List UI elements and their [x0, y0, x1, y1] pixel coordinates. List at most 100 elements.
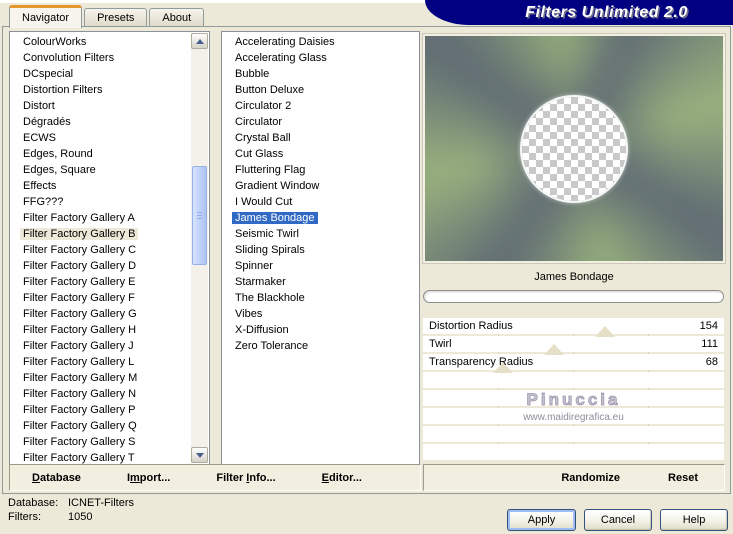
- slider-value: 111: [701, 338, 718, 350]
- category-list-item[interactable]: Filter Factory Gallery C: [10, 242, 209, 258]
- category-list-item[interactable]: Filter Factory Gallery J: [10, 338, 209, 354]
- filter-list-item[interactable]: Spinner: [222, 258, 419, 274]
- category-list-item[interactable]: ECWS: [10, 130, 209, 146]
- filter-list-item[interactable]: Cut Glass: [222, 146, 419, 162]
- category-scrollbar[interactable]: [191, 33, 208, 463]
- filter-list: Accelerating Daisies Accelerating Glass Bu…: [222, 34, 419, 354]
- filters-status-row: Filters: 1050: [8, 510, 134, 524]
- filter-list-item[interactable]: Zero Tolerance: [222, 338, 419, 354]
- category-list-item[interactable]: Filter Factory Gallery N: [10, 386, 209, 402]
- filter-list-item[interactable]: Fluttering Flag: [222, 162, 419, 178]
- filters-status-label: Filters:: [8, 511, 41, 523]
- cancel-button[interactable]: Cancel: [584, 509, 652, 531]
- category-list-item[interactable]: Filter Factory Gallery T: [10, 450, 209, 464]
- tab[interactable]: Presets: [84, 8, 148, 28]
- category-list-item[interactable]: Filter Factory Gallery L: [10, 354, 209, 370]
- selected-filter-name: James Bondage: [534, 271, 614, 283]
- category-list-item[interactable]: Distortion Filters: [10, 82, 209, 98]
- category-list-item[interactable]: Filter Factory Gallery E: [10, 274, 209, 290]
- category-list-item[interactable]: Filter Factory Gallery Q: [10, 418, 209, 434]
- database-button[interactable]: Database: [32, 472, 81, 484]
- filter-list-item[interactable]: Accelerating Glass: [222, 50, 419, 66]
- empty-slider-row: [423, 372, 724, 388]
- progress-bar: [423, 290, 724, 303]
- slider-value: 68: [705, 356, 718, 368]
- category-list-item[interactable]: Edges, Round: [10, 146, 209, 162]
- reset-button[interactable]: Reset: [668, 472, 698, 484]
- filter-list-item[interactable]: Bubble: [222, 66, 419, 82]
- tab[interactable]: About: [149, 8, 205, 28]
- category-list-item[interactable]: Filter Factory Gallery A: [10, 210, 209, 226]
- filter-list-item[interactable]: Circulator: [222, 114, 419, 130]
- slider-label: Transparency Radius: [429, 356, 534, 368]
- chevron-up-icon: [195, 38, 204, 44]
- category-list-item[interactable]: Dégradés: [10, 114, 209, 130]
- filter-list-item[interactable]: James Bondage: [222, 210, 419, 226]
- category-list-item[interactable]: Effects: [10, 178, 209, 194]
- filter-list-item[interactable]: I Would Cut: [222, 194, 419, 210]
- randomize-button[interactable]: Randomize: [561, 472, 620, 484]
- filter-list-item[interactable]: Accelerating Daisies: [222, 34, 419, 50]
- slider-row[interactable]: Transparency Radius 68: [423, 354, 724, 373]
- category-list-item[interactable]: Convolution Filters: [10, 50, 209, 66]
- category-list-item[interactable]: FFG???: [10, 194, 209, 210]
- window-title-band: Filters Unlimited 2.0: [425, 0, 733, 25]
- empty-slider-row: [423, 390, 724, 406]
- slider-thumb[interactable]: [544, 344, 565, 355]
- transparency-checker-circle: [522, 96, 626, 201]
- filter-list-item[interactable]: Starmaker: [222, 274, 419, 290]
- status-area: Database: ICNET-Filters Filters: 1050: [8, 496, 134, 524]
- slider-thumb[interactable]: [594, 326, 615, 337]
- category-list-item[interactable]: Filter Factory Gallery G: [10, 306, 209, 322]
- scrollbar-thumb[interactable]: [192, 166, 207, 265]
- filter-list-item[interactable]: X-Diffusion: [222, 322, 419, 338]
- category-list-item[interactable]: Filter Factory Gallery H: [10, 322, 209, 338]
- category-list-item[interactable]: Filter Factory Gallery M: [10, 370, 209, 386]
- filter-list-item[interactable]: The Blackhole: [222, 290, 419, 306]
- empty-slider-row: [423, 408, 724, 424]
- slider-rows: Distortion Radius 154 Twirl 111 Transpar…: [423, 318, 724, 373]
- filter-list-item[interactable]: Gradient Window: [222, 178, 419, 194]
- parameter-panel: Distortion Radius 154 Twirl 111 Transpar…: [423, 318, 724, 460]
- category-list-item[interactable]: Filter Factory Gallery S: [10, 434, 209, 450]
- filter-list-item[interactable]: Vibes: [222, 306, 419, 322]
- filter-list-item[interactable]: Seismic Twirl: [222, 226, 419, 242]
- filters-status-value: 1050: [68, 511, 93, 523]
- filter-list-item[interactable]: Crystal Ball: [222, 130, 419, 146]
- window-title: Filters Unlimited 2.0: [525, 3, 688, 21]
- category-list-item[interactable]: Filter Factory Gallery B: [10, 226, 209, 242]
- category-list-item[interactable]: Filter Factory Gallery D: [10, 258, 209, 274]
- slider-row[interactable]: Twirl 111: [423, 336, 724, 355]
- scroll-up-button[interactable]: [191, 33, 208, 49]
- scroll-down-button[interactable]: [191, 447, 208, 463]
- category-list-item[interactable]: Edges, Square: [10, 162, 209, 178]
- editor-button[interactable]: Editor...: [322, 472, 362, 484]
- filter-list-item[interactable]: Sliding Spirals: [222, 242, 419, 258]
- filter-list-item[interactable]: Button Deluxe: [222, 82, 419, 98]
- filter-list-item[interactable]: Circulator 2: [222, 98, 419, 114]
- import-button[interactable]: Import...: [127, 472, 170, 484]
- filter-info-button[interactable]: Filter Info...: [216, 472, 275, 484]
- chevron-down-icon: [195, 452, 204, 458]
- empty-slider-row: [423, 444, 724, 460]
- category-list-item[interactable]: Filter Factory Gallery F: [10, 290, 209, 306]
- right-toolbar: Randomize Reset: [423, 464, 725, 491]
- left-toolbar: Database Import... Filter Info... Editor…: [9, 464, 421, 491]
- apply-button[interactable]: Apply: [507, 509, 576, 531]
- filters-unlimited-window: Filters Unlimited 2.0 Navigator Presets Ab…: [0, 0, 733, 534]
- category-listbox: ColourWorks Convolution Filters DCspecial D…: [9, 31, 210, 465]
- slider-row[interactable]: Distortion Radius 154: [423, 318, 724, 337]
- category-list-item[interactable]: Filter Factory Gallery P: [10, 402, 209, 418]
- tab-bar: Navigator Presets About: [9, 4, 206, 28]
- database-status-row: Database: ICNET-Filters: [8, 496, 134, 510]
- category-list: ColourWorks Convolution Filters DCspecial D…: [10, 34, 209, 464]
- category-list-item[interactable]: DCspecial: [10, 66, 209, 82]
- slider-label: Twirl: [429, 338, 452, 350]
- database-status-label: Database:: [8, 497, 59, 509]
- tab[interactable]: Navigator: [9, 5, 83, 28]
- category-list-item[interactable]: Distort: [10, 98, 209, 114]
- filter-preview[interactable]: [422, 33, 726, 264]
- help-button[interactable]: Help: [660, 509, 728, 531]
- category-list-item[interactable]: ColourWorks: [10, 34, 209, 50]
- empty-slider-row: [423, 426, 724, 442]
